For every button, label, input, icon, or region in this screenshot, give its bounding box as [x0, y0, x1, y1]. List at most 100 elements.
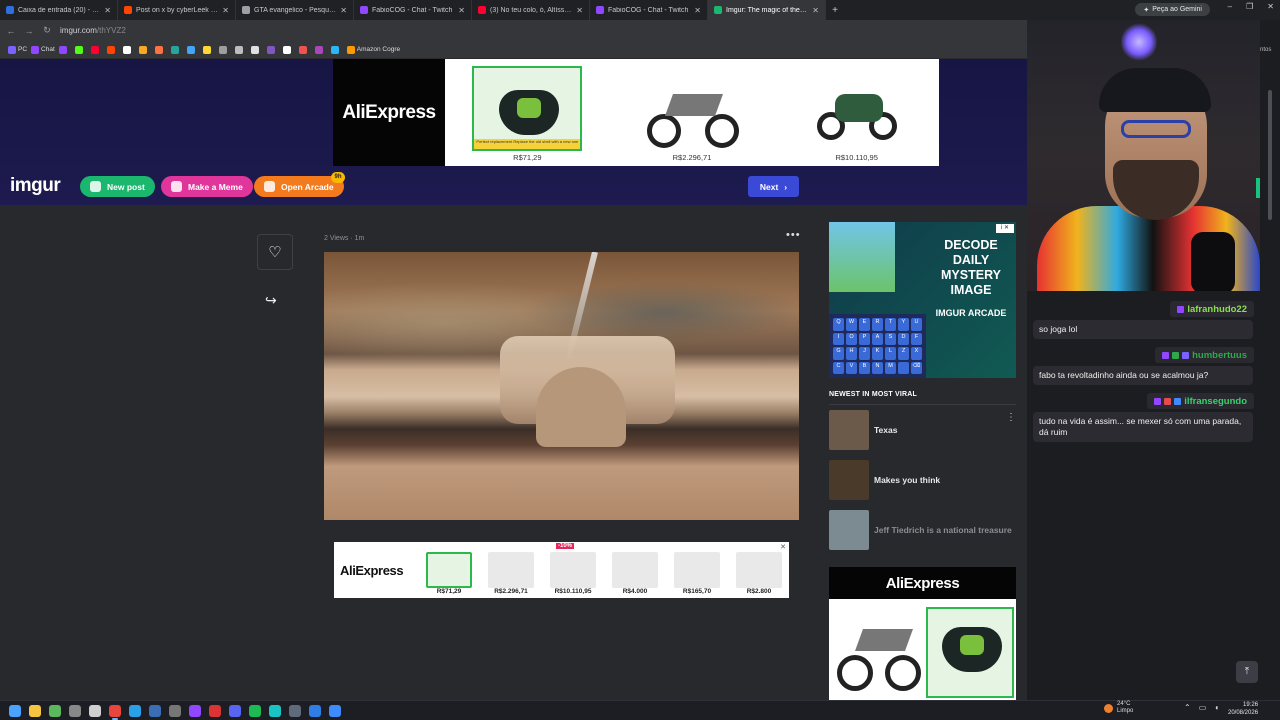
next-button[interactable]: Next › [748, 176, 799, 197]
chevron-up-icon[interactable]: ⌃ [1184, 703, 1191, 712]
ad-product-controller[interactable]: Perfect replacement Replace the old shel… [445, 59, 610, 166]
bookmark[interactable] [250, 44, 263, 56]
keyboard-graphic: Q W E R T Y U I O P A S D F G H J K L Z X C V B N M ⌫ [829, 314, 926, 378]
ad-product-ebike[interactable]: R$2.296,71 [610, 59, 775, 166]
viral-item[interactable]: Jeff Tiedrich is a national treasure [829, 510, 1016, 550]
app-icon-4[interactable] [309, 704, 321, 717]
tab-close-icon[interactable]: ✕ [222, 6, 229, 15]
clock[interactable]: 19:26 20/08/2026 [1228, 701, 1258, 717]
side-ad-aliexpress[interactable]: AliExpress [829, 567, 1016, 700]
open-arcade-button[interactable]: Open Arcade [254, 176, 344, 197]
browser-tab[interactable]: Post on x by cyberLeek r/GTA ✕ [118, 0, 236, 20]
imgur-logo[interactable]: imgur [10, 175, 61, 197]
bookmark[interactable] [234, 44, 247, 56]
url-field[interactable]: imgur.com/thYVZ2 [60, 26, 126, 35]
ad-product[interactable]: R$2.296,71 [486, 545, 536, 595]
weather-widget[interactable]: 24°C Limpo [1104, 701, 1133, 715]
bookmark[interactable] [202, 44, 215, 56]
tab-close-icon[interactable]: ✕ [104, 6, 111, 15]
tab-close-icon[interactable]: ✕ [694, 6, 701, 15]
bottom-ad-banner[interactable]: AliExpress R$71,29 R$2.296,71 -10% R$10.110… [334, 542, 789, 598]
app-icon-5[interactable] [329, 704, 341, 717]
calculator-icon[interactable] [89, 704, 101, 717]
bookmark[interactable] [218, 44, 231, 56]
viral-item[interactable]: Texas ⋮ [829, 410, 1016, 450]
ad-banner-text: Perfect replacement Replace the old shel… [474, 139, 581, 149]
tab-close-icon[interactable]: ✕ [340, 6, 347, 15]
ad-product[interactable]: -10% R$10.110,95 [548, 543, 598, 595]
viral-item[interactable]: Makes you think [829, 460, 1016, 500]
spotify-icon[interactable] [249, 704, 261, 717]
ad-close-icon[interactable]: ✕ [780, 543, 786, 551]
bookmark[interactable] [90, 44, 103, 56]
bookmark[interactable] [58, 44, 71, 56]
bookmark[interactable] [314, 44, 327, 56]
top-ad-banner[interactable]: AliExpress Perfect replacement Replace t… [333, 59, 939, 166]
bookmark[interactable]: PC [8, 44, 27, 56]
scrollbar[interactable] [1268, 90, 1272, 220]
twitch-icon[interactable] [189, 704, 201, 717]
arcade-ad[interactable]: Q W E R T Y U I O P A S D F G H J K L Z X C V B N M ⌫ DECODE DAILY… [829, 222, 1016, 378]
bookmark[interactable] [266, 44, 279, 56]
ad-product[interactable]: R$2.800 [734, 545, 784, 595]
bookmark[interactable] [298, 44, 311, 56]
ad-product[interactable]: R$165,70 [672, 545, 722, 595]
bookmark[interactable] [282, 44, 295, 56]
bookmark[interactable]: Amazon Cogre [346, 44, 400, 56]
post-image[interactable] [324, 252, 799, 520]
speaker-icon[interactable]: ◖ [1214, 703, 1219, 712]
minimize-button[interactable]: – [1228, 2, 1232, 11]
ad-product-scooter[interactable]: R$10.110,95 [774, 59, 939, 166]
chat-username: ilfransegundo [1147, 393, 1254, 409]
browser-tab[interactable]: Imgur: The magic of the Interne ✕ [708, 0, 826, 20]
tab-close-icon[interactable]: ✕ [576, 6, 583, 15]
chrome-icon[interactable] [109, 704, 121, 720]
xbox-icon[interactable] [49, 704, 61, 717]
bookmark[interactable] [74, 44, 87, 56]
bookmark[interactable] [138, 44, 151, 56]
bookmark[interactable] [106, 44, 119, 56]
reload-icon[interactable]: ↻ [42, 25, 52, 36]
gemini-button[interactable]: ✦ Peça ao Gemini [1135, 3, 1210, 16]
steam-icon[interactable] [149, 704, 161, 717]
forward-icon[interactable]: → [24, 26, 34, 36]
key: P [859, 332, 870, 345]
settings-icon[interactable] [69, 704, 81, 717]
app-icon-3[interactable] [289, 704, 301, 717]
new-tab-button[interactable]: + [826, 5, 844, 16]
ad-product[interactable]: R$71,29 [424, 545, 474, 595]
browser-tab[interactable]: (3) No teu colo, ó, Altíssimo vo ✕ [472, 0, 590, 20]
favorite-button[interactable]: ♡ [257, 234, 293, 270]
bookmark[interactable] [330, 44, 343, 56]
share-button[interactable]: ↪ [265, 292, 277, 309]
more-options-icon[interactable]: ⋮ [1006, 412, 1016, 423]
adchoices-icon[interactable]: i ✕ [996, 224, 1014, 233]
tab-close-icon[interactable]: ✕ [812, 6, 819, 15]
bookmark[interactable] [154, 44, 167, 56]
app-icon[interactable] [209, 704, 221, 717]
file-explorer-icon[interactable] [29, 704, 41, 717]
app-icon-2[interactable] [269, 704, 281, 717]
discord-icon[interactable] [229, 704, 241, 717]
bookmark[interactable] [122, 44, 135, 56]
ad-product[interactable]: R$4.000 [610, 545, 660, 595]
bookmark[interactable]: Chat [31, 44, 55, 56]
edge-icon[interactable] [129, 704, 141, 717]
browser-tab[interactable]: FabioCOG - Chat - Twitch ✕ [590, 0, 708, 20]
browser-tab[interactable]: FabioCOG - Chat - Twitch ✕ [354, 0, 472, 20]
start-icon[interactable] [9, 704, 21, 717]
new-post-button[interactable]: New post [80, 176, 155, 197]
bookmark[interactable] [170, 44, 183, 56]
browser-tab[interactable]: GTA evangelico - Pesquisa G ✕ [236, 0, 354, 20]
back-icon[interactable]: ← [6, 26, 16, 36]
bookmark[interactable] [186, 44, 199, 56]
obs-icon[interactable] [169, 704, 181, 717]
maximize-button[interactable]: ❐ [1246, 2, 1253, 11]
key: V [846, 361, 857, 374]
browser-tab[interactable]: Caixa de entrada (20) - E-mail ✕ [0, 0, 118, 20]
monitor-icon[interactable]: ▭ [1199, 703, 1207, 712]
tab-close-icon[interactable]: ✕ [458, 6, 465, 15]
post-menu-button[interactable]: ••• [786, 229, 801, 241]
close-window-button[interactable]: ✕ [1267, 2, 1274, 11]
make-meme-button[interactable]: Make a Meme [161, 176, 253, 197]
